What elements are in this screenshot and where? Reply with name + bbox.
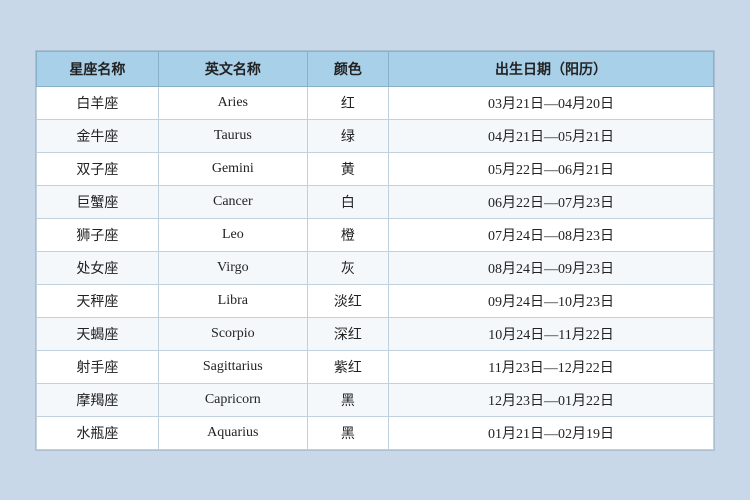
cell-date: 09月24日—10月23日 [389,284,714,317]
cell-en: Aquarius [158,416,307,449]
cell-zh: 射手座 [37,350,159,383]
cell-en: Gemini [158,152,307,185]
cell-color: 紫红 [307,350,388,383]
table-row: 射手座Sagittarius紫红11月23日—12月22日 [37,350,714,383]
cell-zh: 白羊座 [37,86,159,119]
cell-zh: 双子座 [37,152,159,185]
table-row: 天蝎座Scorpio深红10月24日—11月22日 [37,317,714,350]
header-color: 颜色 [307,51,388,86]
cell-date: 04月21日—05月21日 [389,119,714,152]
table-row: 白羊座Aries红03月21日—04月20日 [37,86,714,119]
cell-en: Leo [158,218,307,251]
cell-zh: 处女座 [37,251,159,284]
table-body: 白羊座Aries红03月21日—04月20日金牛座Taurus绿04月21日—0… [37,86,714,449]
cell-en: Scorpio [158,317,307,350]
header-en: 英文名称 [158,51,307,86]
table-row: 金牛座Taurus绿04月21日—05月21日 [37,119,714,152]
cell-zh: 摩羯座 [37,383,159,416]
table-row: 摩羯座Capricorn黑12月23日—01月22日 [37,383,714,416]
zodiac-table-container: 星座名称 英文名称 颜色 出生日期（阳历） 白羊座Aries红03月21日—04… [35,50,715,451]
cell-date: 06月22日—07月23日 [389,185,714,218]
header-zh: 星座名称 [37,51,159,86]
cell-en: Libra [158,284,307,317]
cell-zh: 天秤座 [37,284,159,317]
cell-color: 淡红 [307,284,388,317]
cell-color: 深红 [307,317,388,350]
table-row: 狮子座Leo橙07月24日—08月23日 [37,218,714,251]
zodiac-table: 星座名称 英文名称 颜色 出生日期（阳历） 白羊座Aries红03月21日—04… [36,51,714,450]
cell-date: 01月21日—02月19日 [389,416,714,449]
cell-en: Cancer [158,185,307,218]
cell-zh: 巨蟹座 [37,185,159,218]
cell-date: 12月23日—01月22日 [389,383,714,416]
cell-color: 黑 [307,416,388,449]
cell-zh: 水瓶座 [37,416,159,449]
cell-color: 黄 [307,152,388,185]
cell-zh: 天蝎座 [37,317,159,350]
table-row: 天秤座Libra淡红09月24日—10月23日 [37,284,714,317]
cell-en: Capricorn [158,383,307,416]
cell-date: 03月21日—04月20日 [389,86,714,119]
table-row: 处女座Virgo灰08月24日—09月23日 [37,251,714,284]
cell-en: Taurus [158,119,307,152]
cell-date: 07月24日—08月23日 [389,218,714,251]
cell-zh: 金牛座 [37,119,159,152]
cell-date: 08月24日—09月23日 [389,251,714,284]
header-date: 出生日期（阳历） [389,51,714,86]
cell-color: 灰 [307,251,388,284]
cell-zh: 狮子座 [37,218,159,251]
cell-date: 11月23日—12月22日 [389,350,714,383]
cell-en: Aries [158,86,307,119]
cell-date: 05月22日—06月21日 [389,152,714,185]
table-row: 双子座Gemini黄05月22日—06月21日 [37,152,714,185]
cell-color: 橙 [307,218,388,251]
cell-color: 红 [307,86,388,119]
cell-en: Virgo [158,251,307,284]
cell-color: 白 [307,185,388,218]
cell-color: 绿 [307,119,388,152]
table-row: 水瓶座Aquarius黑01月21日—02月19日 [37,416,714,449]
cell-date: 10月24日—11月22日 [389,317,714,350]
cell-en: Sagittarius [158,350,307,383]
table-row: 巨蟹座Cancer白06月22日—07月23日 [37,185,714,218]
table-header-row: 星座名称 英文名称 颜色 出生日期（阳历） [37,51,714,86]
cell-color: 黑 [307,383,388,416]
